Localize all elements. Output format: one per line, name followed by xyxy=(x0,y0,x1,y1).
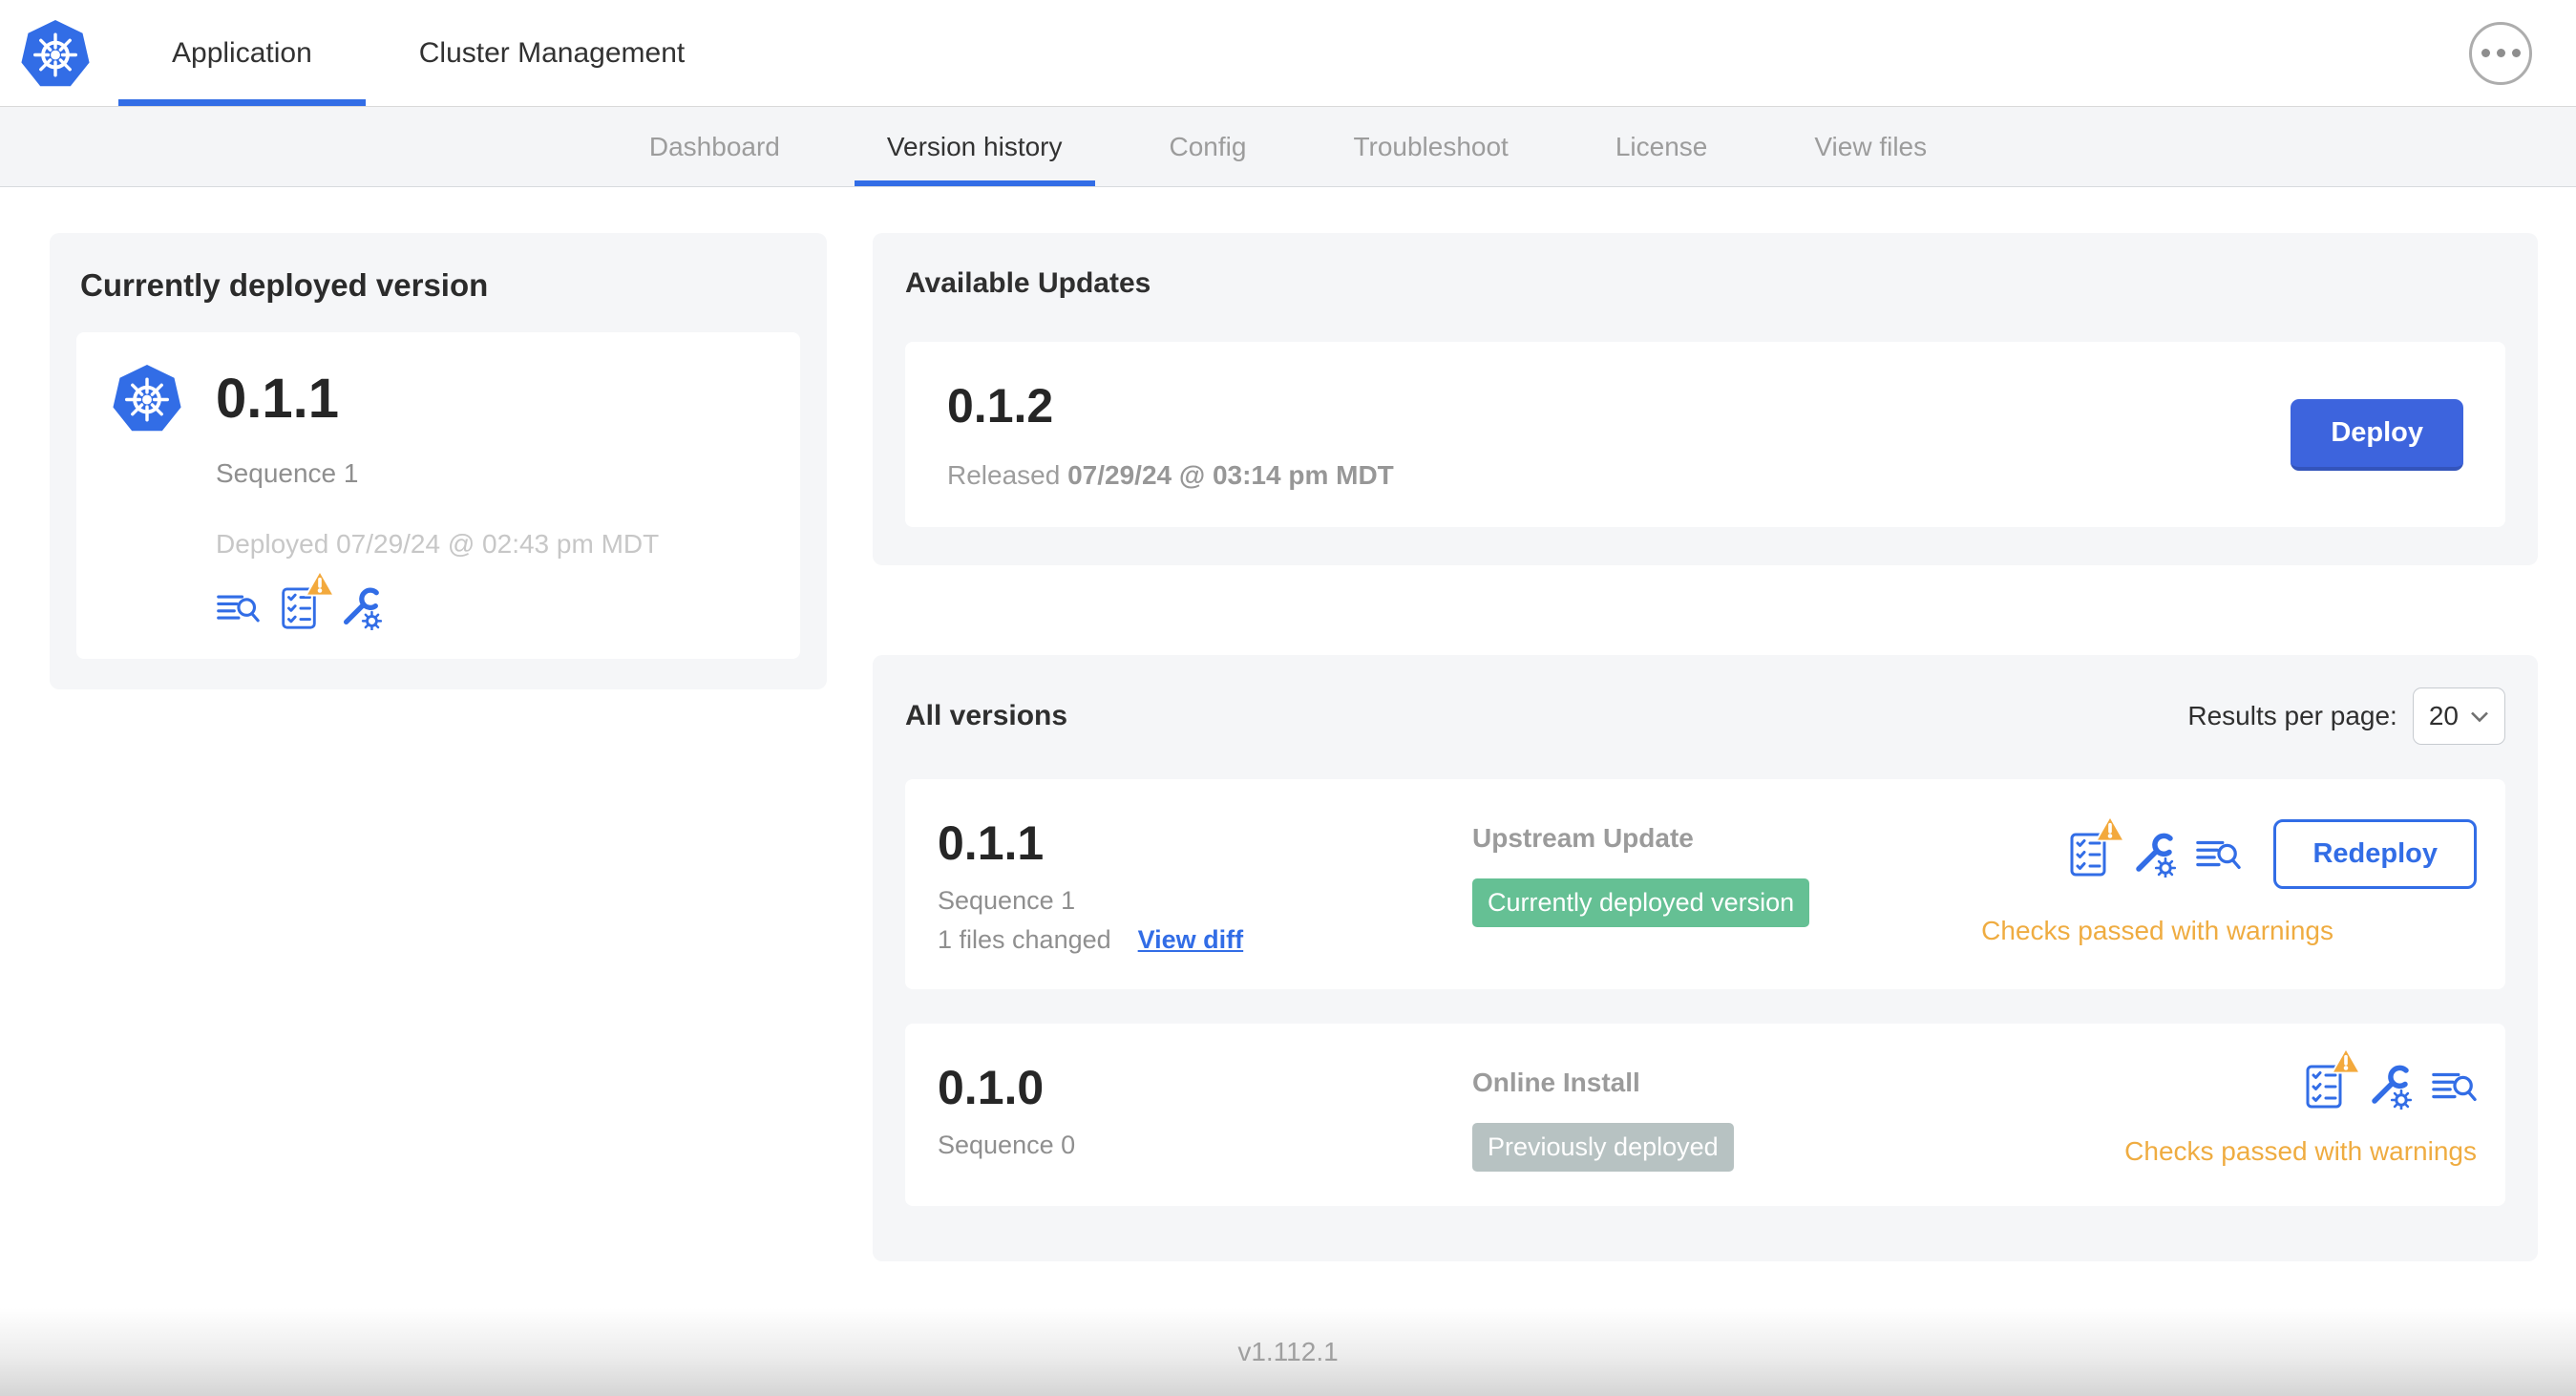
released-date: 07/29/24 @ 03:14 pm MDT xyxy=(1067,460,1394,490)
subnav-tab-troubleshoot-label: Troubleshoot xyxy=(1353,131,1509,161)
subnav-tab-config-label: Config xyxy=(1169,131,1247,161)
console-version: v1.112.1 xyxy=(1237,1337,1339,1366)
all-versions-title: All versions xyxy=(905,700,1068,731)
subnav-tab-view-files-label: View files xyxy=(1814,131,1928,161)
tab-cluster-management-label: Cluster Management xyxy=(418,36,686,69)
ellipsis-dot xyxy=(2481,49,2490,57)
preflight-checks-icon-wrap[interactable] xyxy=(2065,814,2126,878)
current-version-deployed-timestamp: Deployed 07/29/24 @ 02:43 pm MDT xyxy=(216,529,660,559)
config-icon[interactable] xyxy=(2366,1064,2412,1110)
version-row-0-1-0: 0.1.0 Sequence 0 Online Install Previous… xyxy=(905,1024,2505,1206)
row-sequence: Sequence 0 xyxy=(938,1131,1076,1159)
config-icon[interactable] xyxy=(338,586,382,630)
available-updates-card: Available Updates 0.1.2 Released 07/29/2… xyxy=(873,233,2538,565)
tab-cluster-management[interactable]: Cluster Management xyxy=(366,0,738,106)
row-sequence: Sequence 1 xyxy=(938,886,1076,915)
version-row-0-1-1: 0.1.1 Sequence 1 1 files changed View di… xyxy=(905,779,2505,989)
logo-container xyxy=(0,0,118,106)
current-version-sequence: Sequence 1 xyxy=(216,458,359,488)
app-footer: v1.112.1 xyxy=(0,1308,2576,1396)
warning-triangle-icon xyxy=(2331,1047,2361,1075)
deploy-button[interactable]: Deploy xyxy=(2291,398,2463,471)
currently-deployed-title: Currently deployed version xyxy=(80,267,489,303)
available-updates-title: Available Updates xyxy=(905,267,1151,299)
tab-application-label: Application xyxy=(172,36,312,69)
subnav-tab-troubleshoot[interactable]: Troubleshoot xyxy=(1299,107,1561,186)
released-label: Released xyxy=(947,460,1061,490)
main-content: Currently deployed version 0.1.1 Sequenc… xyxy=(0,187,2576,1308)
diff-icon[interactable] xyxy=(2195,832,2242,878)
warning-triangle-icon xyxy=(2095,814,2126,842)
subnav-tab-license[interactable]: License xyxy=(1562,107,1762,186)
right-column: Available Updates 0.1.2 Released 07/29/2… xyxy=(873,233,2538,1261)
update-released-timestamp: Released 07/29/24 @ 03:14 pm MDT xyxy=(947,460,1394,491)
currently-deployed-card: Currently deployed version 0.1.1 Sequenc… xyxy=(50,233,827,689)
results-per-page-value: 20 xyxy=(2428,701,2459,730)
subnav-tab-version-history[interactable]: Version history xyxy=(834,107,1116,186)
row-version-number: 0.1.1 xyxy=(938,816,1045,870)
ellipsis-dot xyxy=(2496,49,2505,57)
results-per-page: Results per page: 20 xyxy=(2187,687,2505,745)
chevron-down-icon xyxy=(2471,711,2488,722)
update-version-number: 0.1.2 xyxy=(947,379,1054,433)
redeploy-button[interactable]: Redeploy xyxy=(2273,819,2477,889)
preflight-checks-icon-wrap[interactable] xyxy=(277,570,335,630)
subnav-tab-version-history-label: Version history xyxy=(886,131,1063,161)
ellipsis-menu-icon[interactable] xyxy=(2469,21,2532,85)
row-files-changed: 1 files changed xyxy=(938,925,1111,954)
status-badge-currently-deployed: Currently deployed version xyxy=(1472,878,1810,927)
all-versions-card: All versions Results per page: 20 0.1.1 … xyxy=(873,655,2538,1261)
row-version-number: 0.1.0 xyxy=(938,1061,1045,1114)
results-per-page-label: Results per page: xyxy=(2187,701,2397,730)
current-version-number: 0.1.1 xyxy=(216,367,339,430)
config-icon[interactable] xyxy=(2130,832,2176,878)
checks-status-text: Checks passed with warnings xyxy=(2124,1136,2477,1166)
tab-application[interactable]: Application xyxy=(118,0,366,106)
available-update-row: 0.1.2 Released 07/29/24 @ 03:14 pm MDT D… xyxy=(905,342,2505,527)
app-subnav: Dashboard Version history Config Trouble… xyxy=(0,107,2576,187)
kubernetes-app-icon xyxy=(111,363,183,434)
kubernetes-logo xyxy=(19,17,92,88)
diff-icon[interactable] xyxy=(2431,1064,2477,1110)
subnav-tab-license-label: License xyxy=(1615,131,1708,161)
app-header: Application Cluster Management xyxy=(0,0,2576,107)
status-badge-previously-deployed: Previously deployed xyxy=(1472,1123,1734,1172)
results-per-page-select[interactable]: 20 xyxy=(2412,687,2505,745)
row-source-label: Upstream Update xyxy=(1472,823,1694,853)
subnav-tab-dashboard-label: Dashboard xyxy=(648,131,780,161)
preflight-checks-icon-wrap[interactable] xyxy=(2301,1047,2361,1110)
subnav-tab-config[interactable]: Config xyxy=(1116,107,1300,186)
subnav-tab-view-files[interactable]: View files xyxy=(1761,107,1980,186)
subnav-tab-dashboard[interactable]: Dashboard xyxy=(596,107,834,186)
header-right xyxy=(2469,0,2576,106)
current-version-icons xyxy=(216,570,766,630)
view-diff-link[interactable]: View diff xyxy=(1138,925,1244,955)
ellipsis-dot xyxy=(2511,49,2521,57)
checks-status-text: Checks passed with warnings xyxy=(1981,916,2333,945)
currently-deployed-inner-card: 0.1.1 Sequence 1 Deployed 07/29/24 @ 02:… xyxy=(76,332,800,659)
diff-icon[interactable] xyxy=(216,586,260,630)
warning-triangle-icon xyxy=(305,570,335,598)
row-source-label: Online Install xyxy=(1472,1068,1640,1097)
